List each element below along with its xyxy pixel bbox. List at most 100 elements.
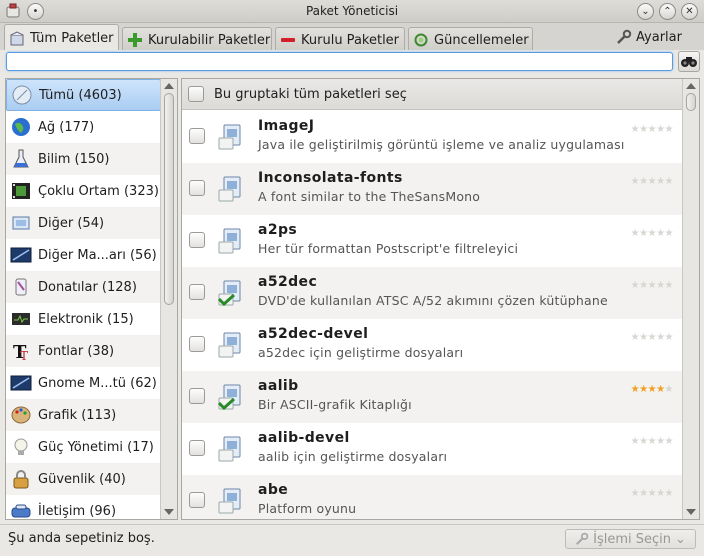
package-row[interactable]: ImageJ Java ile geliştirilmiş görüntü işl… [182,111,683,163]
package-description: Platform oyunu [258,501,357,516]
star-icon: ★ [639,228,648,239]
package-scrollbar[interactable] [682,79,699,519]
minimize-button[interactable]: ⌄ [637,3,654,20]
rating-stars: ★★★★★ [631,280,674,291]
category-label: Bilim (150) [38,151,110,167]
star-icon: ★ [656,280,665,291]
category-item-all[interactable]: Tümü (4603) [6,79,161,111]
category-item-multimedia[interactable]: Çoklu Ortam (323) [6,175,161,207]
star-icon: ★ [656,332,665,343]
font-icon: TT [13,342,28,362]
package-row[interactable]: aalib-devel aalib için geliştirme dosyala… [182,423,683,475]
lock-icon [13,470,29,489]
package-icon [218,176,241,202]
package-icon [217,280,241,307]
scroll-thumb[interactable] [686,93,696,111]
search-row [0,50,704,74]
select-action-label: İşlemi Seçin [593,531,671,547]
star-icon: ★ [664,280,674,291]
rating-stars: ★★★★★ [630,176,674,187]
category-item-science[interactable]: Bilim (150) [6,143,161,175]
category-item-security[interactable]: Güvenlik (40) [6,463,161,495]
category-item-other[interactable]: Diğer (54) [6,207,161,239]
settings-button[interactable]: Ayarlar [616,29,682,45]
category-item-accessories[interactable]: Donatılar (128) [6,271,161,303]
package-icon [218,436,241,462]
category-label: Çoklu Ortam (323) [38,183,159,199]
rating-stars: ★★★★★ [630,332,674,343]
package-checkbox[interactable] [189,284,205,300]
category-scrollbar[interactable] [160,79,177,519]
package-row[interactable]: Inconsolata-fonts A font similar to the T… [182,163,683,215]
category-item-power[interactable]: Güç Yönetimi (17) [6,431,161,463]
star-icon: ★ [664,124,674,135]
maximize-button[interactable]: ⌃ [659,3,676,20]
star-icon: ★ [647,384,657,395]
package-checkbox[interactable] [189,180,205,196]
category-item-network[interactable]: Ağ (177) [6,111,161,143]
package-row[interactable]: a52dec-devel a52dec için geliştirme dosya… [182,319,683,371]
package-description: Her tür formattan Postscript'e filtreley… [258,241,519,256]
star-icon: ★ [656,488,665,499]
select-all-row[interactable]: Bu gruptaki tüm paketleri seç [182,79,683,110]
select-all-label: Bu gruptaki tüm paketleri seç [214,86,407,102]
package-checkbox[interactable] [189,388,205,404]
star-icon: ★ [630,176,640,187]
scroll-up-arrow[interactable] [686,83,696,89]
wrench-icon [576,532,589,546]
package-description: Bir ASCII-grafik Kitaplığı [258,397,412,412]
category-item-other-desktops[interactable]: Diğer Ma...arı (56) [6,239,161,271]
scroll-thumb[interactable] [164,93,174,305]
rating-stars: ★★★★★ [631,124,674,135]
package-checkbox[interactable] [189,232,205,248]
window-title: Paket Yöneticisi [305,4,399,18]
phone-icon [11,504,31,518]
category-item-communication[interactable]: İletişim (96) [6,495,161,519]
tab-label: Tüm Paketler [30,31,114,46]
tab-installed-packages[interactable]: Kurulu Paketler [275,27,405,50]
package-checkbox[interactable] [189,336,205,352]
package-checkbox[interactable] [189,128,205,144]
category-label: Diğer Ma...arı (56) [38,247,157,263]
package-row[interactable]: aalib Bir ASCII-grafik Kitaplığı ★★★★★ [182,371,683,423]
scroll-down-arrow[interactable] [686,509,696,515]
star-icon: ★ [630,488,640,499]
binoculars-icon [681,57,697,67]
star-icon: ★ [630,332,640,343]
title-bar: • Paket Yöneticisi ⌄ ⌃ ✕ [0,0,704,23]
star-icon: ★ [647,280,657,291]
category-item-fonts[interactable]: TT Fontlar (38) [6,335,161,367]
category-item-electronics[interactable]: Elektronik (15) [6,303,161,335]
globe-icon [12,118,30,136]
find-button[interactable] [678,51,700,72]
star-icon: ★ [639,176,648,187]
bulb-icon [14,438,28,455]
package-row[interactable]: a52dec DVD'de kullanılan ATSC A/52 akımın… [182,267,683,319]
category-item-gnome[interactable]: Gnome M...tü (62) [6,367,161,399]
tab-installable-packages[interactable]: Kurulabilir Paketler [122,27,272,50]
star-icon: ★ [656,176,665,187]
palette-icon [11,406,31,424]
package-checkbox[interactable] [189,440,205,456]
package-row[interactable]: abe Platform oyunu ★★★★★ [182,475,683,519]
star-icon: ★ [656,436,665,447]
scroll-down-arrow[interactable] [164,509,174,515]
package-name: Inconsolata-fonts [258,170,403,186]
package-name: a2ps [258,222,298,238]
select-action-button[interactable]: İşlemi Seçin ⌄ [565,529,696,549]
rating-stars: ★★★★★ [631,384,674,395]
package-checkbox[interactable] [189,492,205,508]
category-label: Güvenlik (40) [38,471,126,487]
search-input[interactable] [6,52,673,71]
tab-all-packages[interactable]: Tüm Paketler [4,24,119,50]
scroll-up-arrow[interactable] [164,83,174,89]
close-button[interactable]: ✕ [681,3,698,20]
tab-bar: Tüm Paketler Kurulabilir Paketler Kurulu… [0,23,704,50]
package-icon [218,228,241,254]
star-icon: ★ [656,124,665,135]
category-item-graphics[interactable]: Grafik (113) [6,399,161,431]
category-label: Donatılar (128) [38,279,137,295]
package-row[interactable]: a2ps Her tür formattan Postscript'e filtr… [182,215,683,267]
select-all-checkbox[interactable] [188,86,204,102]
tab-updates[interactable]: Güncellemeler [408,27,533,50]
